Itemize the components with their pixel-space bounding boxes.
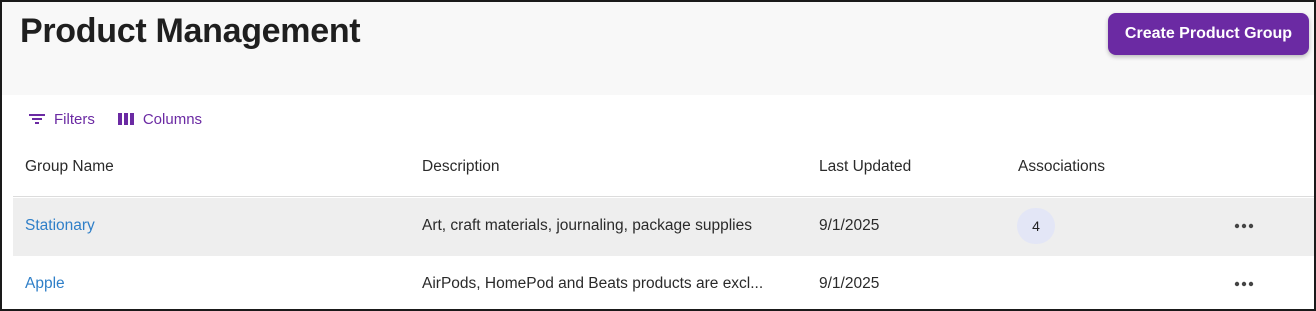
- table-toolbar: Filters Columns: [28, 108, 224, 130]
- group-name-link[interactable]: Apple: [25, 275, 65, 293]
- more-horizontal-icon: [1234, 281, 1254, 287]
- last-updated-cell: 9/1/2025: [819, 217, 880, 234]
- column-header-associations[interactable]: Associations: [1018, 158, 1105, 176]
- more-horizontal-icon: [1234, 223, 1254, 229]
- create-product-group-button[interactable]: Create Product Group: [1108, 13, 1309, 55]
- row-actions-button[interactable]: [1229, 273, 1259, 295]
- description-cell: Art, craft materials, journaling, packag…: [422, 217, 752, 234]
- row-actions-button[interactable]: [1229, 215, 1259, 237]
- column-header-group-name[interactable]: Group Name: [25, 158, 114, 176]
- table-row[interactable]: Stationary Art, craft materials, journal…: [13, 198, 1314, 256]
- associations-badge: 4: [1017, 208, 1055, 244]
- column-header-last-updated[interactable]: Last Updated: [819, 158, 911, 176]
- app-frame: Product Management Create Product Group …: [0, 0, 1316, 311]
- filter-icon: [29, 114, 45, 124]
- page-title: Product Management: [20, 12, 361, 50]
- last-updated-cell: 9/1/2025: [819, 275, 880, 292]
- filters-button[interactable]: Filters: [28, 111, 95, 128]
- columns-icon: [117, 113, 134, 125]
- columns-label: Columns: [142, 110, 203, 128]
- group-name-link[interactable]: Stationary: [25, 217, 95, 235]
- filters-label: Filters: [54, 110, 95, 128]
- table-row[interactable]: Apple AirPods, HomePod and Beats product…: [13, 256, 1314, 309]
- column-header-description[interactable]: Description: [422, 158, 500, 176]
- page-header: Product Management Create Product Group: [2, 2, 1314, 95]
- table-header: Group Name Description Last Updated Asso…: [13, 139, 1314, 197]
- description-cell: AirPods, HomePod and Beats products are …: [422, 275, 764, 292]
- columns-button[interactable]: Columns: [117, 111, 202, 128]
